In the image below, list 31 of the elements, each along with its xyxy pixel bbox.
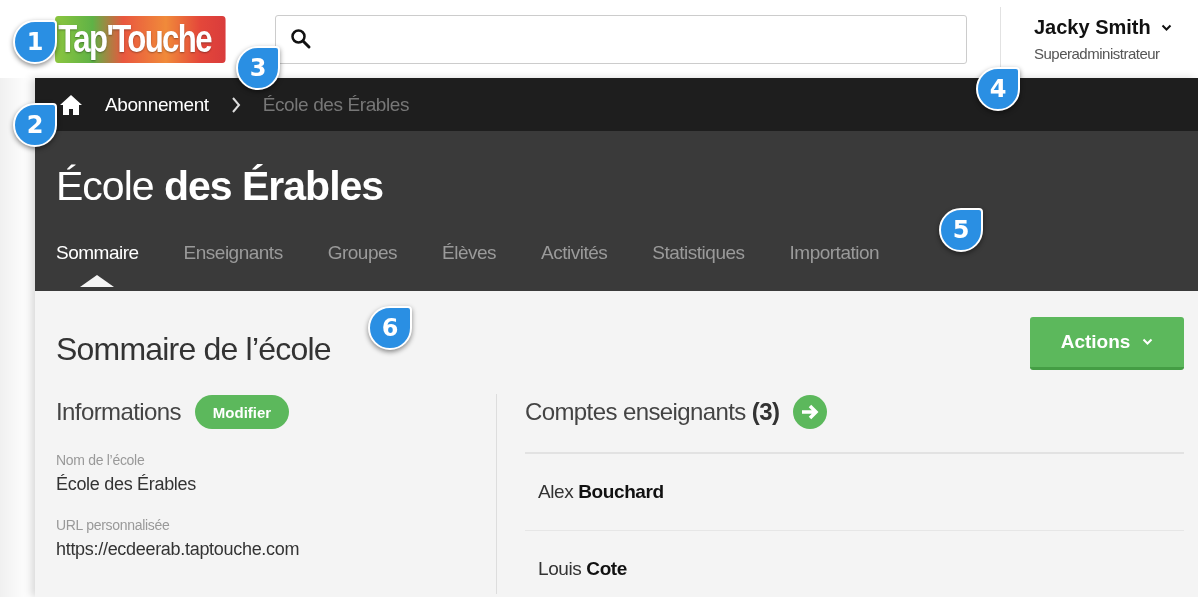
tab[interactable]: Sommaire: [56, 238, 139, 286]
breadcrumb-link[interactable]: Abonnement: [105, 93, 209, 116]
callout-badge: 2: [13, 103, 57, 147]
breadcrumb-current: École des Érables: [262, 93, 410, 116]
tab[interactable]: Statistiques: [652, 238, 745, 286]
field-label: URL personnalisée: [56, 517, 171, 533]
tab[interactable]: Élèves: [442, 238, 497, 286]
chevron-right-icon: [230, 96, 241, 113]
tab[interactable]: Activités: [541, 238, 608, 286]
edit-button[interactable]: Modifier: [194, 395, 290, 429]
actions-button[interactable]: Actions: [1030, 317, 1184, 370]
chevron-down-icon: [1142, 338, 1154, 346]
teachers-heading: Comptes enseignants (3): [525, 398, 780, 426]
tab[interactable]: Importation: [789, 238, 880, 286]
field-label: Nom de l’école: [56, 452, 146, 468]
chevron-down-icon: [1160, 23, 1172, 32]
arrow-right-icon[interactable]: [793, 395, 828, 429]
tab[interactable]: Groupes: [327, 238, 398, 286]
teacher-row[interactable]: Alex Bouchard: [525, 454, 1184, 531]
field-value: https://ecdeerab.taptouche.com: [56, 539, 301, 560]
school-title: École des Érables: [56, 162, 385, 210]
section-title: Sommaire de l’école: [56, 331, 331, 368]
search-icon: [290, 28, 312, 50]
home-icon[interactable]: [59, 93, 83, 116]
field-value: École des Érables: [56, 474, 197, 495]
tab[interactable]: Enseignants: [183, 238, 283, 286]
teacher-row[interactable]: Louis Cote: [525, 531, 1184, 597]
search-field[interactable]: [275, 14, 967, 64]
user-menu[interactable]: Jacky Smith: [1034, 16, 1172, 39]
user-role: Superadministrateur: [1034, 45, 1161, 62]
informations-heading: Informations: [56, 398, 181, 426]
